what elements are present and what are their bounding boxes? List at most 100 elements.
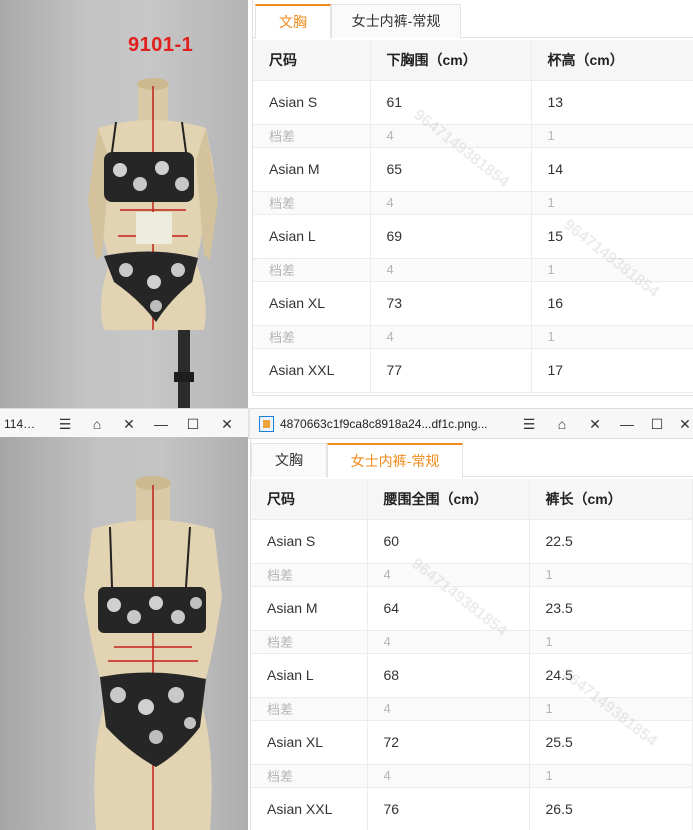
value-cell: 1 — [529, 630, 693, 654]
size-cell: Asian XL — [253, 281, 371, 326]
grade-diff-row: 档差 4 1 — [253, 124, 693, 148]
value-cell: 14 — [531, 147, 693, 192]
maximize-icon[interactable]: ☐ — [648, 415, 666, 433]
value-cell: 4 — [367, 764, 530, 788]
tab-briefs[interactable]: 女士内裤-常规 — [327, 443, 463, 478]
table-header-row: 尺码 下胸围（cm） 杯高（cm） — [253, 40, 693, 81]
value-cell: 13 — [531, 80, 693, 125]
table-row: Asian M 64 23.5 — [251, 586, 693, 631]
tab-bra[interactable]: 文胸 — [255, 4, 331, 39]
table-row: Asian XXL 76 26.5 — [251, 787, 693, 830]
size-cell: Asian XL — [251, 720, 368, 765]
value-cell: 1 — [531, 325, 693, 349]
pin-icon[interactable]: ⌂ — [553, 415, 571, 433]
value-cell: 4 — [367, 697, 530, 721]
value-cell: 1 — [529, 764, 693, 788]
maximize-icon[interactable]: ☐ — [184, 415, 202, 433]
value-cell: 1 — [529, 563, 693, 587]
product-photo-back — [0, 437, 248, 830]
table-row: Asian XXL 77 17 — [253, 348, 693, 393]
mannequin-back-illustration — [84, 476, 222, 830]
size-cell: 档差 — [253, 191, 371, 215]
menu-icon[interactable]: ☰ — [520, 415, 538, 433]
size-cell: Asian M — [253, 147, 371, 192]
size-table: 尺码 腰围全围（cm） 裤长（cm） Asian S 60 22.5 档差 4 1 As… — [251, 479, 693, 830]
value-cell: 69 — [370, 214, 532, 259]
header-waist: 腰围全围（cm） — [367, 479, 530, 520]
tab-bar: 文胸 女士内裤-常规 — [253, 0, 693, 39]
value-cell: 4 — [370, 124, 532, 148]
grade-diff-row: 档差 4 1 — [251, 563, 693, 587]
value-cell: 76 — [367, 787, 530, 830]
tab-bar: 文胸 女士内裤-常规 — [251, 439, 693, 478]
model-code-label: 9101-1 — [128, 34, 194, 56]
size-cell: Asian XXL — [251, 787, 368, 830]
value-cell: 65 — [370, 147, 532, 192]
header-cup-height: 杯高（cm） — [531, 40, 693, 81]
close-icon[interactable]: ✕ — [218, 415, 236, 433]
grade-diff-row: 档差 4 1 — [251, 630, 693, 654]
value-cell: 1 — [529, 697, 693, 721]
size-cell: Asian S — [251, 519, 368, 564]
table-row: Asian M 65 14 — [253, 147, 693, 192]
size-cell: 档差 — [251, 630, 368, 654]
grade-diff-row: 档差 4 1 — [251, 697, 693, 721]
size-cell: Asian M — [251, 586, 368, 631]
value-cell: 61 — [370, 80, 532, 125]
mannequin-front-illustration — [88, 78, 218, 408]
page: 9101-1 文胸 女士内裤-常规 尺码 下胸围（cm） 杯高（cm） Asia… — [0, 0, 693, 830]
size-table: 尺码 下胸围（cm） 杯高（cm） Asian S 61 13 档差 4 1 Asian… — [253, 40, 693, 393]
header-size: 尺码 — [253, 40, 371, 81]
value-cell: 24.5 — [529, 653, 693, 698]
right-window-title: 4870663c1f9ca8c8918a24...df1c.png... — [280, 417, 488, 431]
minimize-icon[interactable]: — — [618, 415, 636, 433]
minimize-icon[interactable]: — — [152, 415, 170, 433]
value-cell: 22.5 — [529, 519, 693, 564]
grade-diff-row: 档差 4 1 — [253, 325, 693, 349]
tab-bra[interactable]: 文胸 — [251, 443, 327, 477]
value-cell: 1 — [531, 191, 693, 215]
size-cell: 档差 — [253, 258, 371, 282]
value-cell: 17 — [531, 348, 693, 393]
size-cell: 档差 — [251, 697, 368, 721]
window-divider — [248, 408, 250, 439]
value-cell: 72 — [367, 720, 530, 765]
table-row: Asian L 68 24.5 — [251, 653, 693, 698]
table-row: Asian XL 73 16 — [253, 281, 693, 326]
value-cell: 25.5 — [529, 720, 693, 765]
fit-window-icon[interactable]: ✕ — [120, 415, 138, 433]
size-cell: Asian L — [251, 653, 368, 698]
value-cell: 4 — [370, 258, 532, 282]
value-cell: 60 — [367, 519, 530, 564]
menu-icon[interactable]: ☰ — [56, 415, 74, 433]
value-cell: 4 — [367, 563, 530, 587]
header-length: 裤长（cm） — [529, 479, 693, 520]
tab-briefs[interactable]: 女士内裤-常规 — [331, 4, 461, 38]
value-cell: 73 — [370, 281, 532, 326]
value-cell: 16 — [531, 281, 693, 326]
product-photo-front: 9101-1 — [0, 0, 248, 408]
size-cell: 档差 — [253, 325, 371, 349]
size-chart-panel-top: 文胸 女士内裤-常规 尺码 下胸围（cm） 杯高（cm） Asian S 61 13… — [252, 0, 693, 396]
size-cell: 档差 — [251, 563, 368, 587]
grade-diff-row: 档差 4 1 — [253, 191, 693, 215]
value-cell: 15 — [531, 214, 693, 259]
pin-icon[interactable]: ⌂ — [88, 415, 106, 433]
value-cell: 1 — [531, 258, 693, 282]
size-chart-panel-bottom: 文胸 女士内裤-常规 尺码 腰围全围（cm） 裤长（cm） Asian S 60 2… — [250, 439, 693, 830]
size-cell: 档差 — [251, 764, 368, 788]
header-size: 尺码 — [251, 479, 368, 520]
left-window-title: 114… — [4, 417, 36, 431]
value-cell: 77 — [370, 348, 532, 393]
header-underbust: 下胸围（cm） — [370, 40, 532, 81]
close-icon[interactable]: ✕ — [678, 415, 692, 433]
table-row: Asian S 60 22.5 — [251, 519, 693, 564]
table-header-row: 尺码 腰围全围（cm） 裤长（cm） — [251, 479, 693, 520]
size-cell: Asian S — [253, 80, 371, 125]
size-cell: Asian XXL — [253, 348, 371, 393]
fit-window-icon[interactable]: ✕ — [586, 415, 604, 433]
size-cell: Asian L — [253, 214, 371, 259]
value-cell: 23.5 — [529, 586, 693, 631]
value-cell: 26.5 — [529, 787, 693, 830]
table-row: Asian L 69 15 — [253, 214, 693, 259]
